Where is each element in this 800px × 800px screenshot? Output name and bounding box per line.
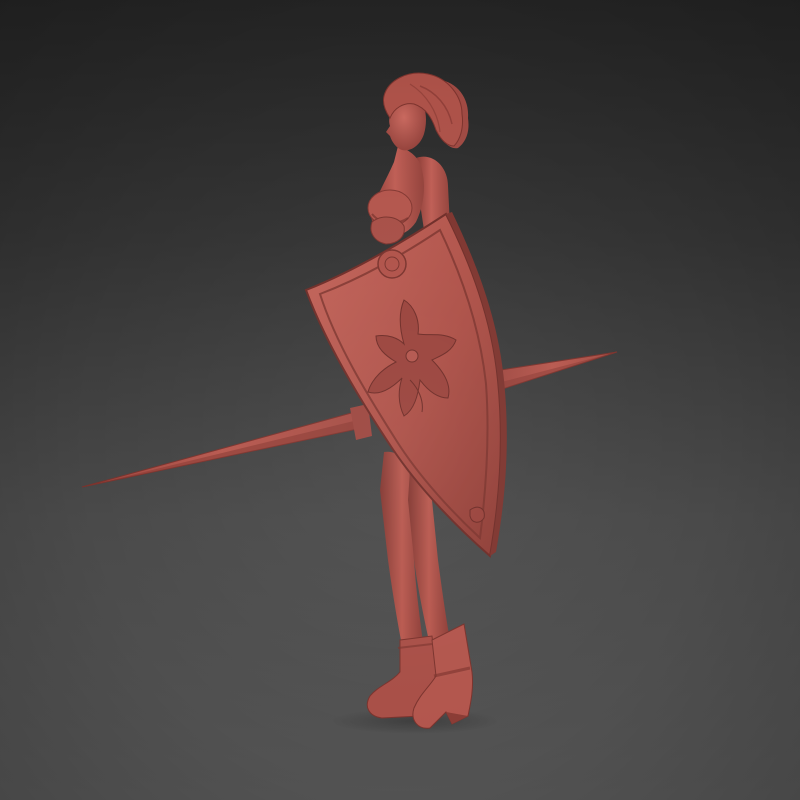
viewport-background — [0, 0, 800, 800]
shield-medallion — [377, 249, 407, 279]
sword-blade-left — [81, 411, 363, 488]
shield-ornament-bottom — [469, 506, 485, 523]
clay-sculpture — [81, 72, 618, 729]
hand — [370, 216, 405, 245]
